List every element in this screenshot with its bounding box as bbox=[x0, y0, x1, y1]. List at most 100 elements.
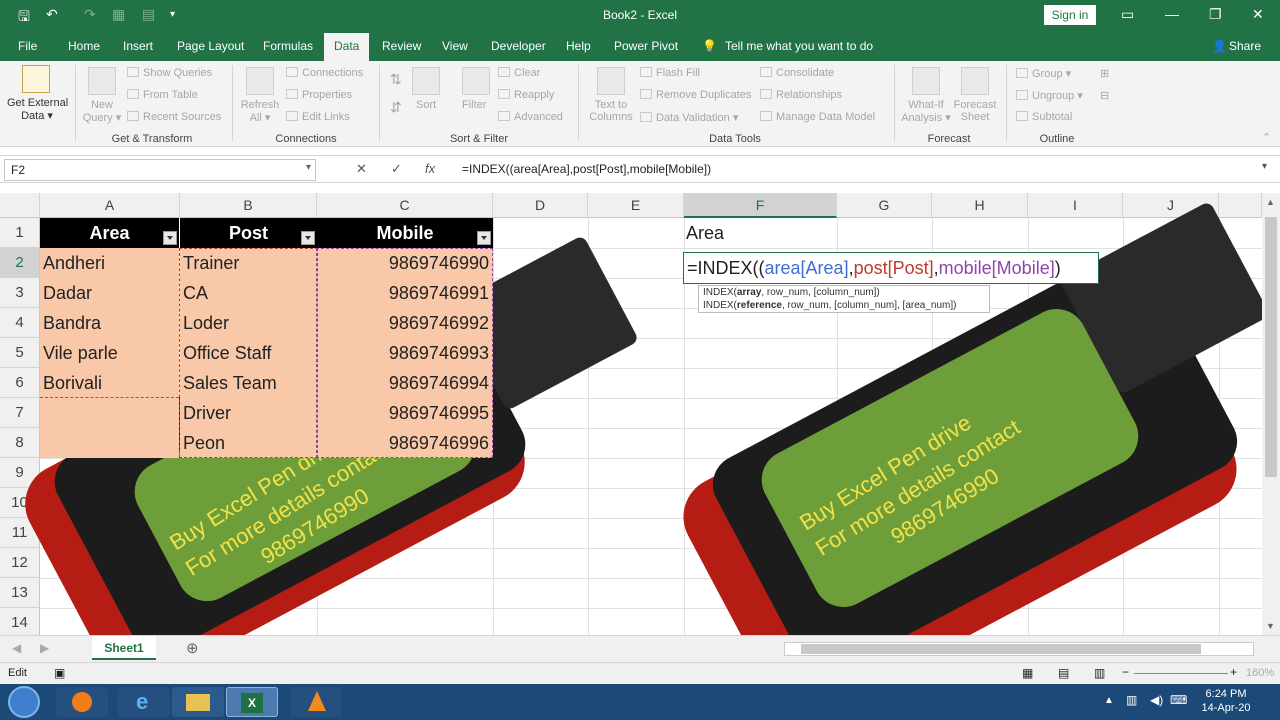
col-header-k[interactable] bbox=[1219, 193, 1262, 218]
tab-home[interactable]: Home bbox=[68, 39, 100, 53]
relationships-button[interactable]: Relationships bbox=[760, 89, 842, 101]
row-header[interactable]: 14 bbox=[0, 608, 40, 635]
page-layout-view-icon[interactable]: ▤ bbox=[1058, 666, 1069, 680]
vlc-icon[interactable] bbox=[290, 687, 342, 717]
tray-expand-icon[interactable]: ▲ bbox=[1104, 695, 1114, 706]
cancel-icon[interactable]: ✕ bbox=[356, 161, 367, 177]
col-header-e[interactable]: E bbox=[588, 193, 684, 218]
col-header-a[interactable]: A bbox=[40, 193, 180, 218]
col-header-i[interactable]: I bbox=[1028, 193, 1123, 218]
table-cell[interactable]: 9869746994 bbox=[317, 368, 493, 398]
table-cell[interactable] bbox=[40, 428, 179, 458]
enter-icon[interactable]: ✓ bbox=[391, 161, 402, 177]
name-box-dropdown-icon[interactable]: ▾ bbox=[306, 162, 311, 173]
table-cell[interactable]: Borivali bbox=[40, 368, 179, 398]
page-break-view-icon[interactable]: ▥ bbox=[1094, 666, 1105, 680]
system-clock[interactable]: 6:24 PM 14-Apr-20 bbox=[1196, 687, 1256, 715]
refresh-all-button[interactable]: Refresh All ▾ bbox=[238, 99, 282, 124]
col-header-c[interactable]: C bbox=[317, 193, 493, 218]
filter-dropdown-icon[interactable] bbox=[163, 231, 177, 245]
reapply-button[interactable]: Reapply bbox=[498, 89, 554, 101]
sort-za-icon[interactable]: ⇵ bbox=[390, 99, 402, 116]
remove-duplicates-button[interactable]: Remove Duplicates bbox=[640, 89, 751, 101]
cell-f2-editor[interactable]: =INDEX((area[Area],post[Post],mobile[Mob… bbox=[683, 252, 1099, 284]
sort-az-icon[interactable]: ⇅ bbox=[390, 71, 402, 88]
tab-data[interactable]: Data bbox=[324, 33, 370, 61]
tab-formulas[interactable]: Formulas bbox=[263, 39, 313, 53]
ungroup-button[interactable]: Ungroup ▾ bbox=[1016, 89, 1083, 102]
col-header-b[interactable]: B bbox=[180, 193, 317, 218]
close-icon[interactable]: ✕ bbox=[1252, 6, 1264, 23]
flash-fill-button[interactable]: Flash Fill bbox=[640, 67, 700, 79]
minimize-icon[interactable]: — bbox=[1165, 6, 1179, 22]
zoom-out-icon[interactable]: − bbox=[1122, 665, 1129, 679]
table-cell[interactable]: Office Staff bbox=[180, 338, 317, 368]
table-cell[interactable]: Dadar bbox=[40, 278, 179, 308]
from-table-button[interactable]: From Table bbox=[127, 89, 198, 101]
zoom-in-icon[interactable]: + bbox=[1230, 665, 1237, 679]
excel-taskbar-icon[interactable]: X bbox=[226, 687, 278, 717]
ribbon-display-icon[interactable]: ▭ bbox=[1121, 6, 1134, 23]
properties-button[interactable]: Properties bbox=[286, 89, 352, 101]
row-header[interactable]: 5 bbox=[0, 338, 40, 368]
row-header[interactable]: 4 bbox=[0, 308, 40, 338]
zoom-level[interactable]: 160% bbox=[1246, 667, 1274, 679]
row-header[interactable]: 6 bbox=[0, 368, 40, 398]
formula-input[interactable]: =INDEX((area[Area],post[Post],mobile[Mob… bbox=[462, 162, 711, 176]
table-cell[interactable]: 9869746995 bbox=[317, 398, 493, 428]
data-validation-button[interactable]: Data Validation ▾ bbox=[640, 111, 738, 124]
table-cell[interactable]: Loder bbox=[180, 308, 317, 338]
worksheet-grid[interactable]: A B C D E F G H I J 1 2 3 4 5 6 7 8 9 10… bbox=[0, 193, 1262, 635]
table-cell[interactable]: 9869746993 bbox=[317, 338, 493, 368]
macro-record-icon[interactable]: ▣ bbox=[54, 666, 65, 680]
name-box[interactable]: F2 ▾ bbox=[4, 159, 316, 181]
col-header-g[interactable]: G bbox=[837, 193, 932, 218]
language-icon[interactable]: ⌨ bbox=[1170, 693, 1187, 707]
show-queries-button[interactable]: Show Queries bbox=[127, 67, 212, 79]
col-header-d[interactable]: D bbox=[493, 193, 588, 218]
row-header[interactable]: 3 bbox=[0, 278, 40, 308]
horizontal-scroll-thumb[interactable] bbox=[801, 644, 1201, 654]
horizontal-scrollbar[interactable] bbox=[784, 642, 1254, 656]
filter-dropdown-icon[interactable] bbox=[301, 231, 315, 245]
tab-review[interactable]: Review bbox=[382, 39, 421, 53]
show-detail-icon[interactable]: ⊞ bbox=[1100, 67, 1109, 80]
row-header[interactable]: 7 bbox=[0, 398, 40, 428]
select-all-corner[interactable] bbox=[0, 193, 40, 218]
subtotal-button[interactable]: Subtotal bbox=[1016, 111, 1072, 123]
table-cell[interactable]: Driver bbox=[180, 398, 317, 428]
network-icon[interactable]: ▥ bbox=[1126, 693, 1137, 707]
row-header[interactable]: 8 bbox=[0, 428, 40, 458]
cell-f1[interactable]: Area bbox=[686, 223, 724, 244]
scroll-thumb[interactable] bbox=[1265, 217, 1277, 477]
tab-view[interactable]: View bbox=[442, 39, 468, 53]
table-cell[interactable]: CA bbox=[180, 278, 317, 308]
filter-button[interactable]: Filter bbox=[462, 99, 486, 111]
table-cell[interactable]: 9869746992 bbox=[317, 308, 493, 338]
tab-page-layout[interactable]: Page Layout bbox=[177, 39, 244, 53]
tab-help[interactable]: Help bbox=[566, 39, 591, 53]
hide-detail-icon[interactable]: ⊟ bbox=[1100, 89, 1109, 102]
sign-in-button[interactable]: Sign in bbox=[1044, 5, 1096, 25]
scroll-up-icon[interactable]: ▲ bbox=[1266, 197, 1275, 207]
tab-power-pivot[interactable]: Power Pivot bbox=[614, 39, 678, 53]
table-cell[interactable]: 9869746990 bbox=[317, 248, 493, 278]
row-header[interactable]: 2 bbox=[0, 248, 40, 278]
restore-icon[interactable]: ❐ bbox=[1209, 6, 1222, 23]
internet-explorer-icon[interactable]: e bbox=[118, 687, 170, 717]
normal-view-icon[interactable]: ▦ bbox=[1022, 666, 1033, 680]
table-cell[interactable]: Vile parle bbox=[40, 338, 179, 368]
what-if-analysis-button[interactable]: What-If Analysis ▾ bbox=[900, 99, 952, 124]
edit-links-button[interactable]: Edit Links bbox=[286, 111, 350, 123]
new-query-button[interactable]: New Query ▾ bbox=[82, 99, 122, 124]
clear-button[interactable]: Clear bbox=[498, 67, 540, 79]
table-cell[interactable]: Peon bbox=[180, 428, 317, 458]
volume-icon[interactable]: ◀) bbox=[1150, 693, 1163, 707]
start-icon[interactable] bbox=[8, 686, 40, 718]
file-explorer-icon[interactable] bbox=[172, 687, 224, 717]
tab-developer[interactable]: Developer bbox=[491, 39, 546, 53]
expand-formula-bar-icon[interactable]: ▾ bbox=[1262, 161, 1267, 172]
add-sheet-icon[interactable]: ⊕ bbox=[186, 639, 199, 657]
tab-file[interactable]: File bbox=[18, 39, 37, 53]
tell-me-search[interactable]: Tell me what you want to do bbox=[725, 39, 873, 53]
